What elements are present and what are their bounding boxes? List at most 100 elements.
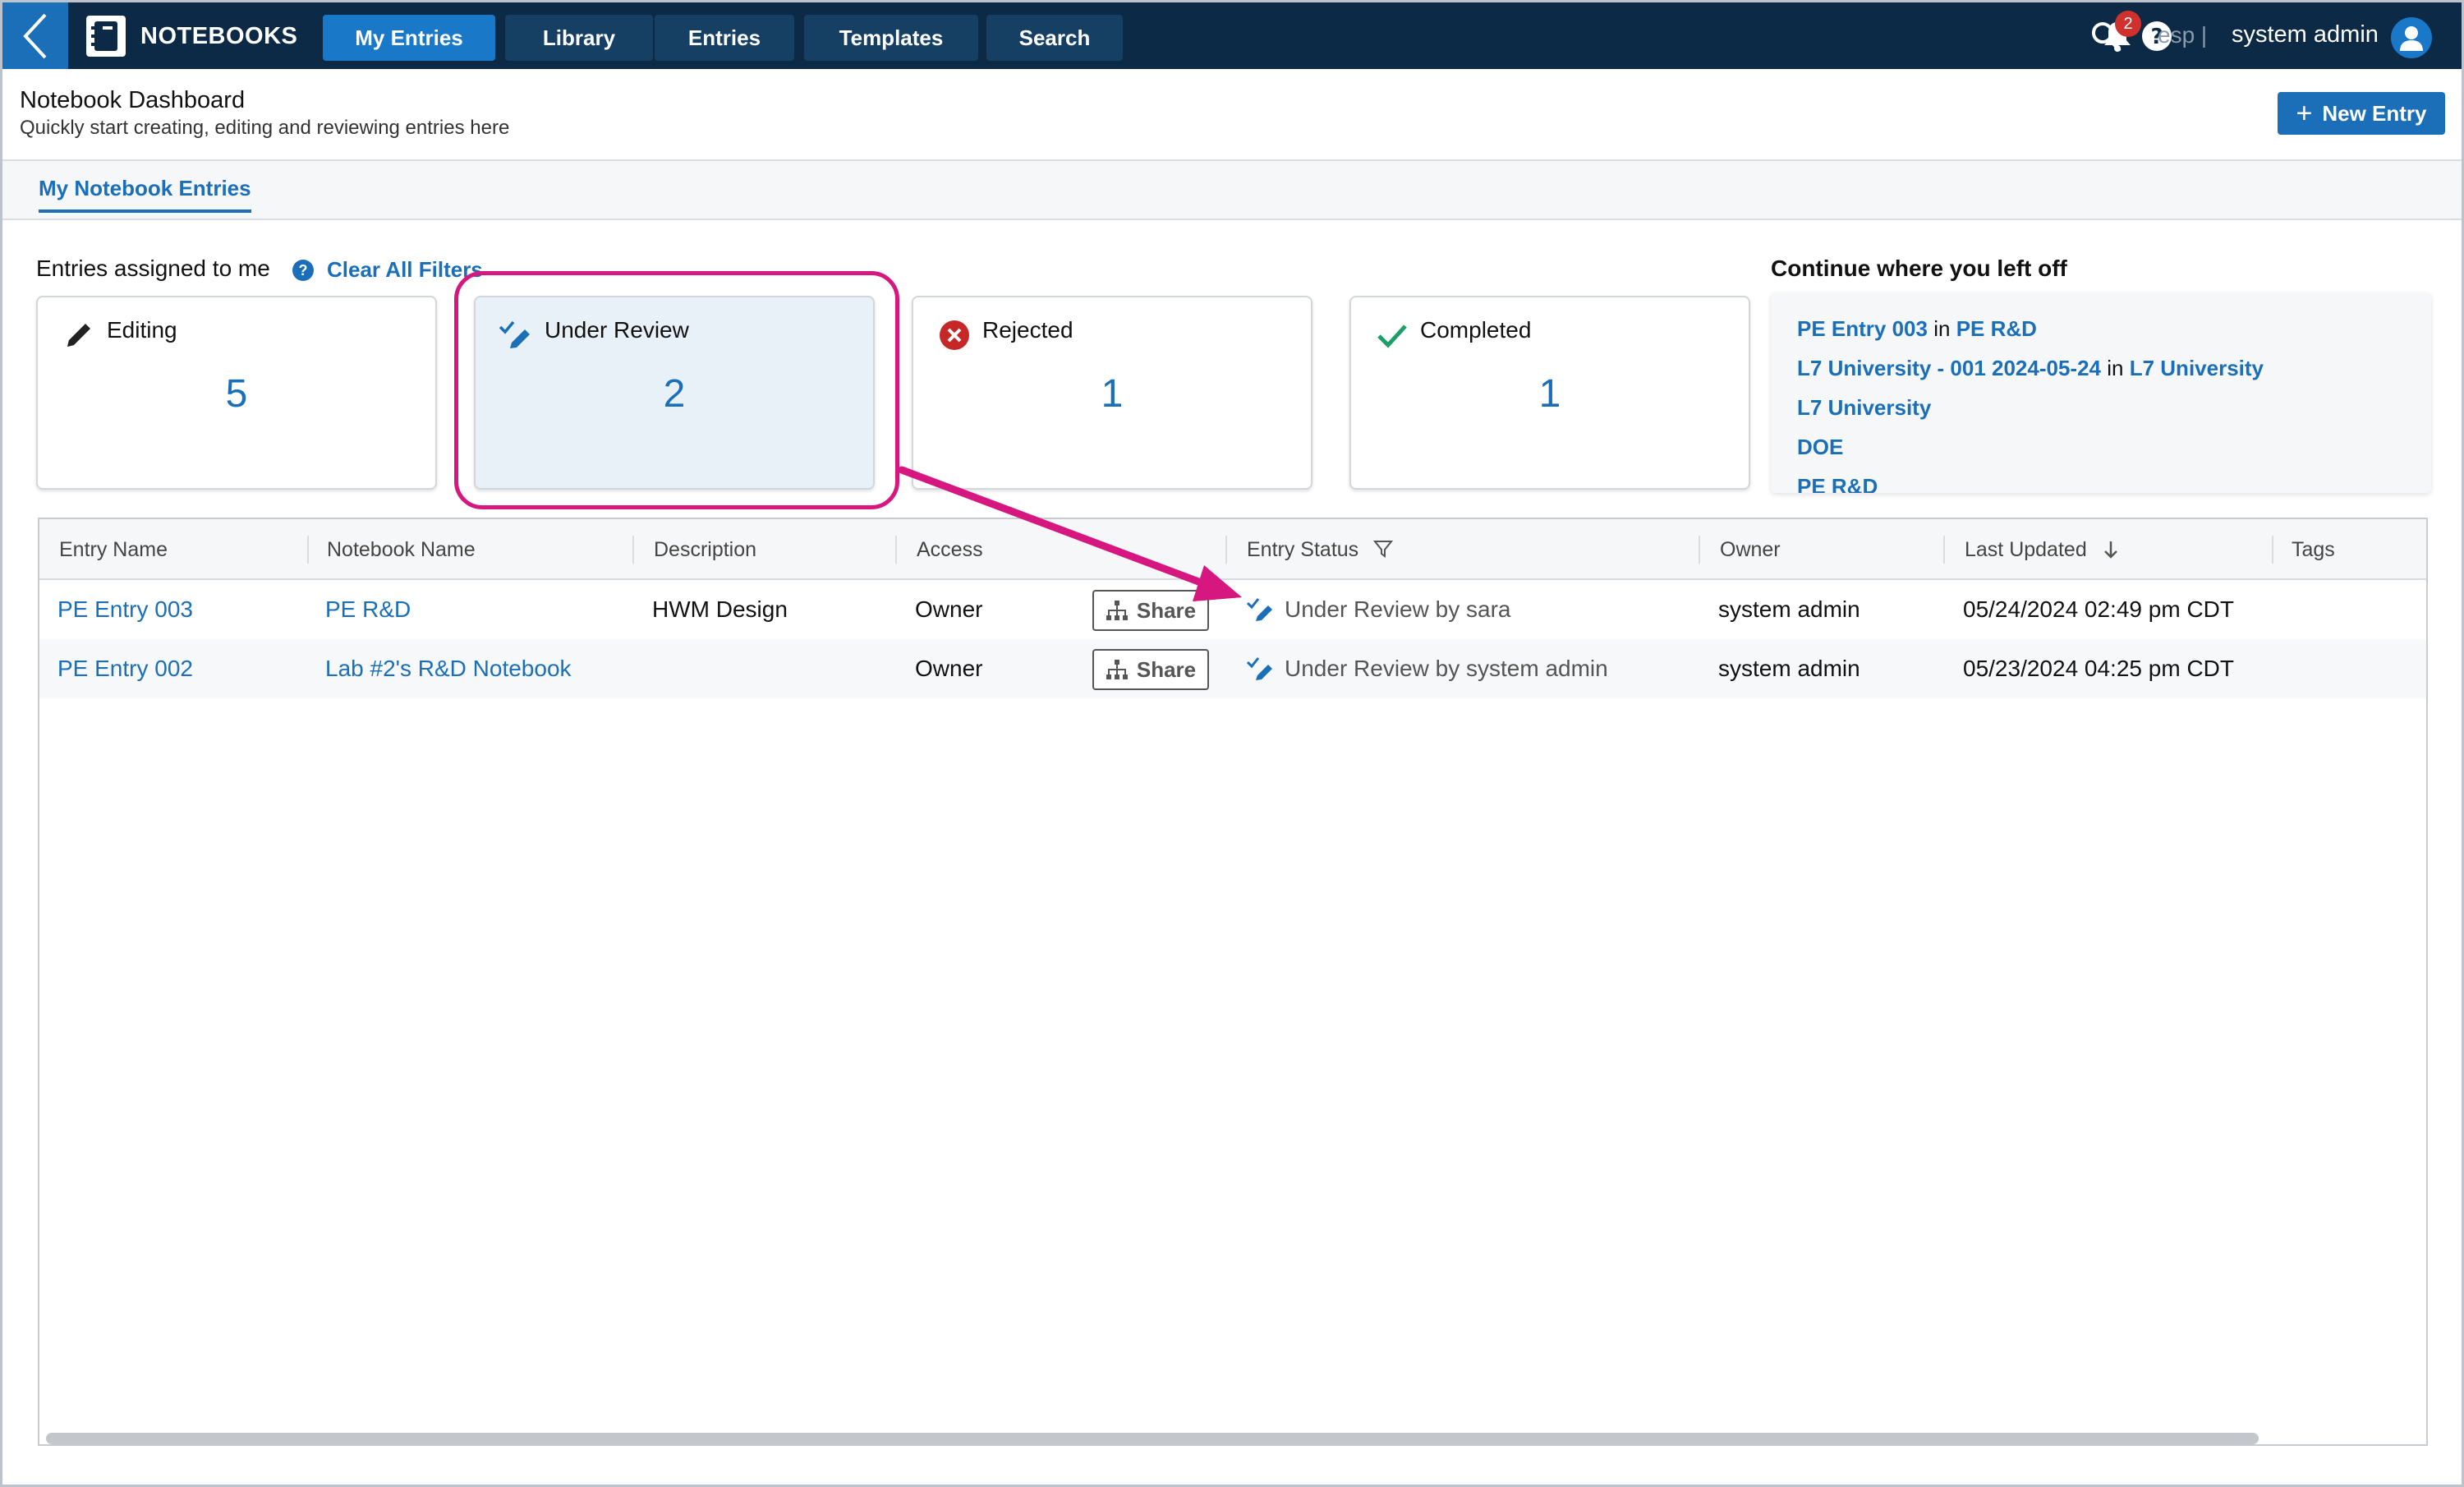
- owner-cell: system admin: [1718, 596, 1860, 622]
- col-last-updated[interactable]: Last Updated: [1965, 519, 2087, 580]
- col-notebook-name[interactable]: Notebook Name: [327, 519, 476, 580]
- owner-cell: system admin: [1718, 656, 1860, 681]
- pencil-icon: [61, 317, 97, 353]
- brand-name: NOTEBOOKS: [140, 22, 298, 49]
- notification-badge: 2: [2115, 11, 2141, 37]
- status-by: by sara: [1435, 596, 1511, 622]
- status-card-completed[interactable]: Completed 1: [1349, 296, 1750, 490]
- card-count: 2: [663, 372, 686, 416]
- recent-entry-link[interactable]: DOE: [1797, 435, 1843, 459]
- access-cell: Owner: [915, 596, 983, 622]
- col-owner[interactable]: Owner: [1720, 519, 1781, 580]
- brand: NOTEBOOKS: [86, 16, 297, 57]
- status-by: by system admin: [1435, 656, 1608, 681]
- entry-status-cell: Under Review by sara: [1285, 580, 1510, 639]
- entries-table: Entry Name Notebook Name Description Acc…: [38, 518, 2428, 1446]
- review-pencil-icon: [499, 317, 535, 353]
- entries-assigned-label: Entries assigned to me: [36, 256, 270, 281]
- column-divider[interactable]: [1943, 536, 1945, 564]
- nav-tab-library[interactable]: Library: [505, 15, 653, 61]
- plus-icon: +: [2296, 98, 2313, 129]
- col-description[interactable]: Description: [654, 519, 756, 580]
- share-tree-icon: [1106, 601, 1128, 620]
- card-label: Completed: [1420, 317, 1532, 343]
- column-divider[interactable]: [1699, 536, 1700, 564]
- column-divider[interactable]: [2272, 536, 2273, 564]
- last-updated-cell: 05/23/2024 04:25 pm CDT: [1963, 656, 2234, 681]
- new-entry-label: New Entry: [2322, 100, 2427, 126]
- share-button[interactable]: Share: [1092, 590, 1209, 631]
- col-tags[interactable]: Tags: [2292, 519, 2335, 580]
- recent-entry-link[interactable]: PE Entry 003: [1797, 316, 1928, 341]
- table-row[interactable]: PE Entry 002 Lab #2's R&D Notebook Owner…: [39, 639, 2426, 698]
- top-nav-bar: NOTEBOOKS My Entries Library Entries Tem…: [2, 2, 2462, 69]
- notebook-name-link[interactable]: PE R&D: [325, 580, 411, 639]
- entry-status-cell: Under Review by system admin: [1285, 639, 1608, 698]
- col-entry-name[interactable]: Entry Name: [59, 519, 168, 580]
- share-label: Share: [1136, 656, 1197, 682]
- table-row[interactable]: PE Entry 003 PE R&D HWM Design Owner Sha…: [39, 580, 2426, 639]
- description-cell: HWM Design: [652, 596, 788, 622]
- nav-tab-my-entries[interactable]: My Entries: [323, 15, 495, 61]
- tab-my-notebook-entries[interactable]: My Notebook Entries: [39, 176, 251, 213]
- filter-icon[interactable]: [1373, 539, 1393, 559]
- status-card-editing[interactable]: Editing 5: [36, 296, 437, 490]
- recent-item: PE Entry 003 in PE R&D: [1797, 312, 2405, 352]
- card-label: Rejected: [982, 317, 1073, 343]
- recent-item: L7 University - 001 2024-05-24 in L7 Uni…: [1797, 352, 2405, 391]
- notebook-name-link[interactable]: Lab #2's R&D Notebook: [325, 639, 572, 698]
- col-entry-status[interactable]: Entry Status: [1247, 519, 1358, 580]
- status-card-under-review[interactable]: Under Review 2: [474, 296, 875, 490]
- recent-connector: in: [2107, 356, 2124, 380]
- language-label[interactable]: esp |: [2158, 22, 2207, 48]
- column-divider[interactable]: [632, 536, 634, 564]
- recent-entries-panel: PE Entry 003 in PE R&D L7 University - 0…: [1771, 292, 2431, 493]
- status-text: Under Review: [1285, 596, 1429, 622]
- back-button[interactable]: [2, 2, 68, 69]
- table-header: Entry Name Notebook Name Description Acc…: [39, 519, 2426, 580]
- access-cell: Owner: [915, 656, 983, 681]
- card-count: 1: [1101, 372, 1124, 416]
- continue-label: Continue where you left off: [1771, 256, 2067, 281]
- card-count: 1: [1538, 372, 1561, 416]
- page-title: Notebook Dashboard: [20, 87, 246, 113]
- notebook-icon: [86, 16, 126, 57]
- user-name[interactable]: system admin: [2232, 21, 2379, 48]
- column-divider[interactable]: [895, 536, 897, 564]
- last-updated-cell: 05/24/2024 02:49 pm CDT: [1963, 596, 2234, 622]
- check-icon: [1374, 317, 1410, 353]
- status-text: Under Review: [1285, 656, 1429, 681]
- review-pencil-icon: [1247, 598, 1272, 621]
- review-pencil-icon: [1247, 657, 1272, 680]
- help-circle-icon[interactable]: ?: [292, 260, 314, 281]
- recent-item: PE R&D: [1797, 470, 2405, 493]
- entry-name-link[interactable]: PE Entry 003: [57, 580, 193, 639]
- chevron-left-icon: [23, 13, 47, 58]
- recent-notebook-link[interactable]: L7 University: [2130, 356, 2264, 380]
- share-tree-icon: [1106, 660, 1128, 679]
- new-entry-button[interactable]: + New Entry: [2278, 92, 2445, 135]
- share-button[interactable]: Share: [1092, 649, 1209, 690]
- card-label: Under Review: [545, 317, 689, 343]
- column-divider[interactable]: [1225, 536, 1227, 564]
- status-card-rejected[interactable]: Rejected 1: [912, 296, 1312, 490]
- column-divider[interactable]: [307, 536, 309, 564]
- recent-notebook-link[interactable]: PE R&D: [1956, 316, 2037, 341]
- col-access[interactable]: Access: [917, 519, 983, 580]
- recent-entry-link[interactable]: L7 University - 001 2024-05-24: [1797, 356, 2101, 380]
- recent-item: DOE: [1797, 430, 2405, 470]
- entry-name-link[interactable]: PE Entry 002: [57, 639, 193, 698]
- rejected-x-icon: [936, 317, 972, 353]
- recent-entry-link[interactable]: PE R&D: [1797, 474, 1878, 493]
- user-avatar-icon[interactable]: [2391, 17, 2432, 58]
- card-count: 5: [225, 372, 248, 416]
- tab-strip: My Notebook Entries: [2, 161, 2462, 220]
- recent-item: L7 University: [1797, 391, 2405, 430]
- sort-down-arrow-icon[interactable]: [2103, 539, 2119, 560]
- horizontal-scrollbar[interactable]: [46, 1433, 2259, 1444]
- clear-all-filters-link[interactable]: Clear All Filters: [327, 257, 483, 283]
- nav-tab-entries[interactable]: Entries: [655, 15, 794, 61]
- nav-tab-search[interactable]: Search: [986, 15, 1123, 61]
- nav-tab-templates[interactable]: Templates: [804, 15, 978, 61]
- recent-entry-link[interactable]: L7 University: [1797, 395, 1931, 420]
